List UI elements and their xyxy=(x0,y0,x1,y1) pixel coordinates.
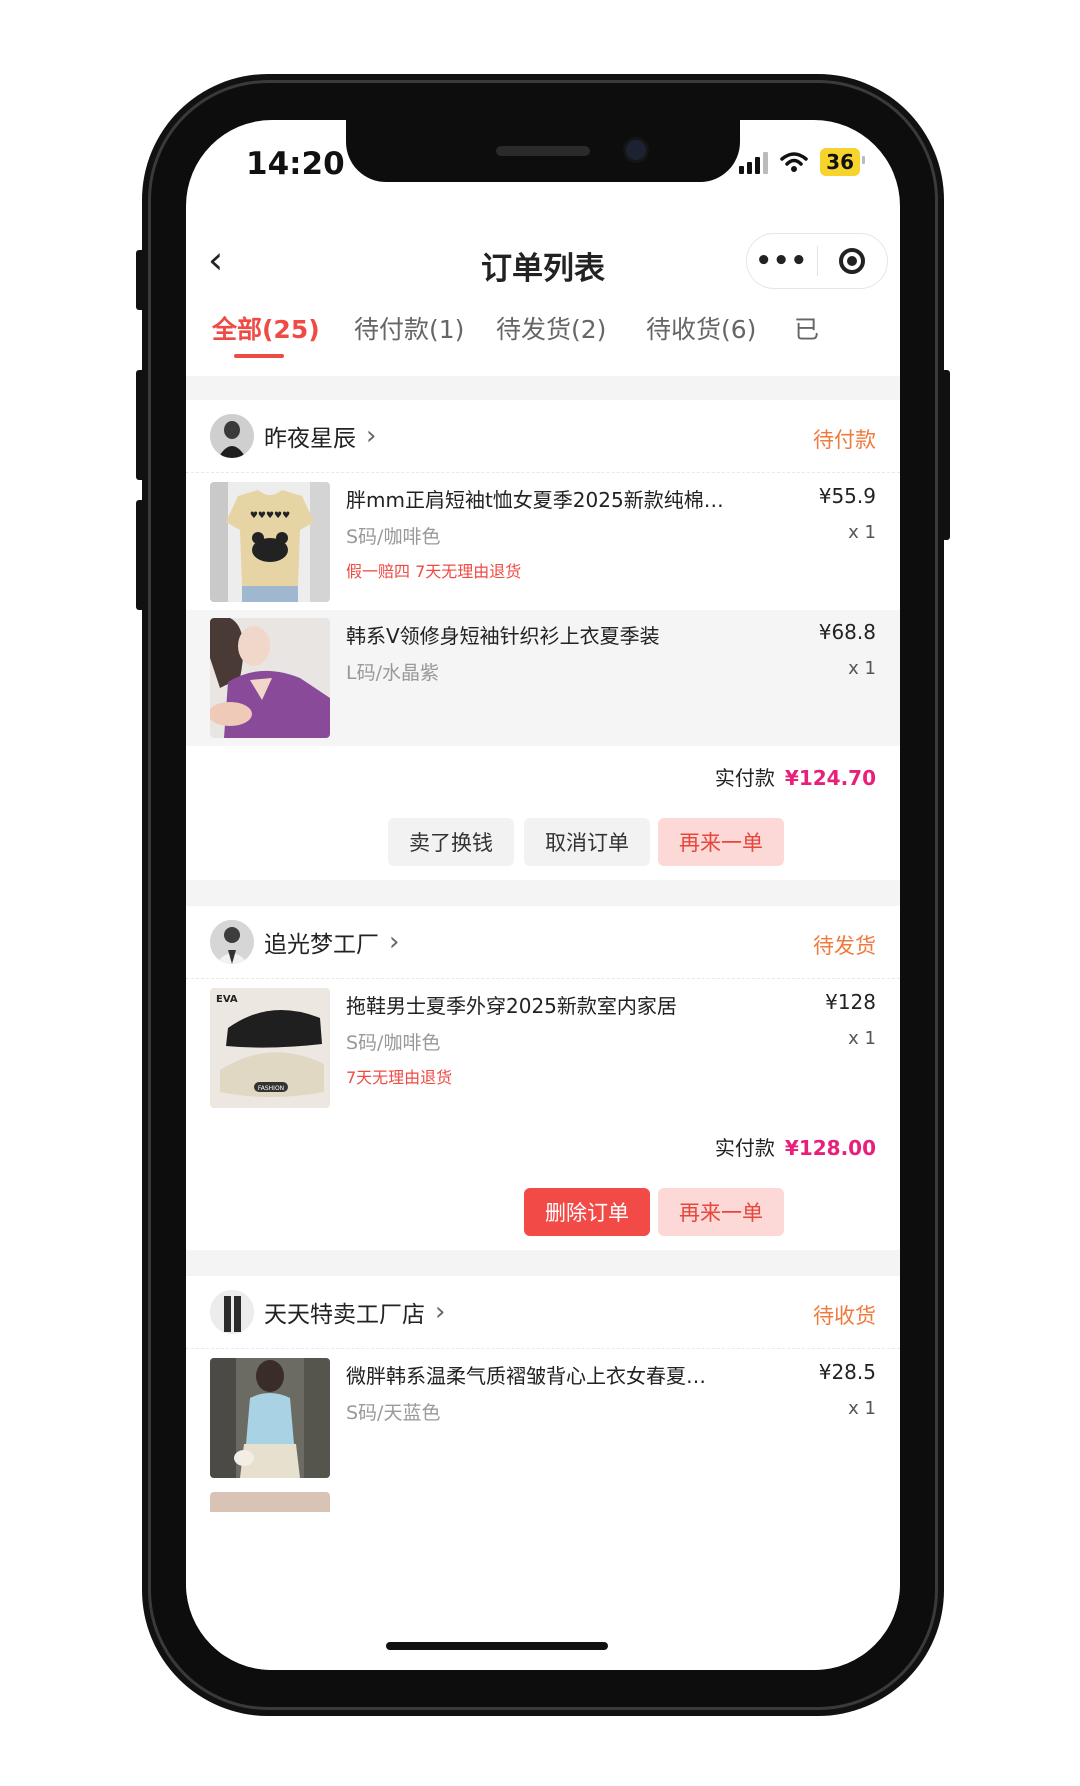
order-item[interactable]: 韩系V领修身短袖针织衫上衣夏季装 ¥68.8 L码/水晶紫 x 1 xyxy=(186,610,900,746)
total-amount: ¥124.70 xyxy=(784,766,876,790)
tab-pending-receipt[interactable]: 待收货(6) xyxy=(646,310,756,346)
wifi-icon xyxy=(780,152,808,172)
mute-switch xyxy=(136,250,146,310)
section-gap xyxy=(186,880,900,906)
shop-avatar xyxy=(210,1290,254,1334)
chevron-right-icon: › xyxy=(435,1297,446,1327)
screen: 14:20 36 ‹ 订单列表 ••• 全部(25) 待付款(1) 待发货(2)… xyxy=(186,120,900,1670)
buy-again-button[interactable]: 再来一单 xyxy=(658,1188,784,1236)
battery-indicator: 36 xyxy=(820,148,865,176)
mini-program-capsule: ••• xyxy=(746,233,888,289)
order-status: 待付款 xyxy=(813,428,876,452)
shop-name: 天天特卖工厂店 xyxy=(264,1302,425,1328)
order-card[interactable]: 昨夜星辰 › 待付款 ♥♥♥♥♥ 胖mm正肩短袖t恤女夏季2025新款纯棉… ¥… xyxy=(186,400,900,880)
section-gap xyxy=(186,1250,900,1276)
divider xyxy=(186,978,900,979)
shop-name: 昨夜星辰 xyxy=(264,426,356,452)
order-card[interactable]: 天天特卖工厂店 › 待收货 微胖韩系温柔气质褶皱背心上衣女春夏… ¥28.5 S… xyxy=(186,1276,900,1670)
product-price: ¥55.9 xyxy=(818,484,876,508)
order-status: 待收货 xyxy=(813,1304,876,1328)
notch xyxy=(346,120,740,182)
product-quantity: x 1 xyxy=(848,1028,876,1049)
product-price: ¥28.5 xyxy=(818,1360,876,1384)
order-item[interactable]: ♥♥♥♥♥ 胖mm正肩短袖t恤女夏季2025新款纯棉… ¥55.9 S码/咖啡色… xyxy=(186,474,900,610)
home-indicator xyxy=(386,1642,608,1650)
tab-completed[interactable]: 已 xyxy=(794,310,819,346)
product-image-partial xyxy=(210,1492,330,1512)
eva-label: EVA xyxy=(216,994,238,1005)
shop-header[interactable]: 追光梦工厂 › xyxy=(210,918,399,966)
product-name: 韩系V领修身短袖针织衫上衣夏季装 xyxy=(346,624,660,648)
sell-for-cash-button[interactable]: 卖了换钱 xyxy=(388,818,514,866)
tab-all[interactable]: 全部(25) xyxy=(212,310,320,346)
power-button xyxy=(940,370,950,540)
fashion-label: FASHION xyxy=(258,1085,284,1092)
status-icons: 36 xyxy=(739,148,865,176)
shop-header[interactable]: 昨夜星辰 › xyxy=(210,412,376,460)
status-time: 14:20 xyxy=(246,146,345,182)
tab-pending-shipment[interactable]: 待发货(2) xyxy=(496,310,606,346)
total-label: 实付款 xyxy=(714,1136,775,1160)
total-label: 实付款 xyxy=(714,766,775,790)
order-item[interactable]: 微胖韩系温柔气质褶皱背心上衣女春夏… ¥28.5 S码/天蓝色 x 1 xyxy=(186,1350,900,1486)
shop-avatar xyxy=(210,920,254,964)
product-quantity: x 1 xyxy=(848,522,876,543)
product-quantity: x 1 xyxy=(848,658,876,679)
order-status: 待发货 xyxy=(813,934,876,958)
product-image: EVA FASHION xyxy=(210,988,330,1108)
phone-frame: 14:20 36 ‹ 订单列表 ••• 全部(25) 待付款(1) 待发货(2)… xyxy=(136,80,950,1710)
speaker xyxy=(496,146,590,156)
product-image xyxy=(210,1358,330,1478)
product-image: ♥♥♥♥♥ xyxy=(210,482,330,602)
product-image xyxy=(210,618,330,738)
shop-name: 追光梦工厂 xyxy=(264,932,379,958)
product-spec: S码/咖啡色 xyxy=(346,1032,441,1054)
volume-up-button xyxy=(136,370,146,480)
divider xyxy=(186,472,900,473)
order-total: 实付款 ¥128.00 xyxy=(715,1132,876,1161)
product-name: 拖鞋男士夏季外穿2025新款室内家居 xyxy=(346,994,677,1018)
signal-icon xyxy=(739,150,769,174)
tab-pending-payment[interactable]: 待付款(1) xyxy=(354,310,464,346)
order-item[interactable]: EVA FASHION 拖鞋男士夏季外穿2025新款室内家居 ¥128 S码/咖… xyxy=(186,980,900,1116)
section-gap xyxy=(186,376,900,400)
service-tags: 假一赔四 7天无理由退货 xyxy=(346,562,522,581)
buy-again-button[interactable]: 再来一单 xyxy=(658,818,784,866)
product-spec: S码/咖啡色 xyxy=(346,526,441,548)
order-total: 实付款 ¥124.70 xyxy=(715,762,876,791)
product-name: 胖mm正肩短袖t恤女夏季2025新款纯棉… xyxy=(346,488,724,512)
total-amount: ¥128.00 xyxy=(784,1136,876,1160)
product-name: 微胖韩系温柔气质褶皱背心上衣女春夏… xyxy=(346,1364,706,1388)
cancel-order-button[interactable]: 取消订单 xyxy=(524,818,650,866)
order-card[interactable]: 追光梦工厂 › 待发货 EVA FASHION 拖鞋男士夏季外穿2025新款室内 xyxy=(186,906,900,1250)
svg-text:♥♥♥♥♥: ♥♥♥♥♥ xyxy=(250,511,290,521)
order-tabs: 全部(25) 待付款(1) 待发货(2) 待收货(6) 已 xyxy=(186,310,900,370)
camera xyxy=(626,140,646,160)
product-price: ¥128 xyxy=(825,990,876,1014)
close-miniprogram-icon[interactable] xyxy=(818,248,888,274)
delete-order-button[interactable]: 删除订单 xyxy=(524,1188,650,1236)
product-quantity: x 1 xyxy=(848,1398,876,1419)
shop-header[interactable]: 天天特卖工厂店 › xyxy=(210,1288,445,1336)
divider xyxy=(186,1348,900,1349)
more-icon[interactable]: ••• xyxy=(747,246,817,276)
chevron-right-icon: › xyxy=(389,927,400,957)
service-tags: 7天无理由退货 xyxy=(346,1068,453,1087)
product-spec: S码/天蓝色 xyxy=(346,1402,441,1424)
chevron-right-icon: › xyxy=(366,421,377,451)
shop-avatar xyxy=(210,414,254,458)
volume-down-button xyxy=(136,500,146,610)
tab-underline xyxy=(234,354,284,358)
product-spec: L码/水晶紫 xyxy=(346,662,439,684)
nav-bar: ‹ 订单列表 ••• xyxy=(186,225,900,295)
product-price: ¥68.8 xyxy=(818,620,876,644)
